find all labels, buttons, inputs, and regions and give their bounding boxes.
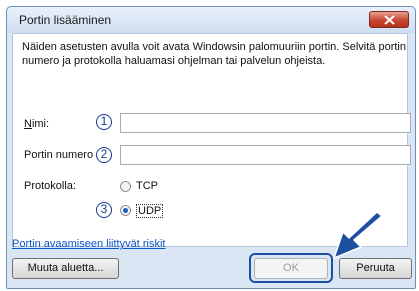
protocol-label: Protokolla: [24, 180, 76, 192]
name-label: Nimi: [24, 118, 50, 130]
radio-udp-button[interactable] [120, 205, 131, 216]
dialog-title: Portin lisääminen [19, 13, 112, 27]
title-bar: Portin lisääminen [7, 7, 415, 33]
close-button[interactable] [369, 11, 409, 28]
callout-3: 3 [96, 202, 112, 218]
pointer-arrow-icon [333, 212, 383, 259]
callout-2: 2 [96, 147, 112, 163]
change-scope-button[interactable]: Muuta aluetta... [12, 258, 119, 279]
name-input[interactable] [120, 113, 411, 133]
radio-udp-label: UDP [136, 204, 164, 218]
port-number-input[interactable] [120, 145, 411, 165]
intro-text: Näiden asetusten avulla voit avata Windo… [22, 41, 406, 67]
radio-tcp-label: TCP [136, 180, 158, 192]
port-number-label: Portin numero [24, 149, 94, 161]
risks-link[interactable]: Portin avaamiseen liittyvät riskit [12, 238, 165, 250]
radio-tcp-button[interactable] [120, 181, 131, 192]
close-icon [384, 15, 395, 25]
callout-1: 1 [96, 114, 112, 130]
ok-button[interactable]: OK [254, 258, 328, 279]
